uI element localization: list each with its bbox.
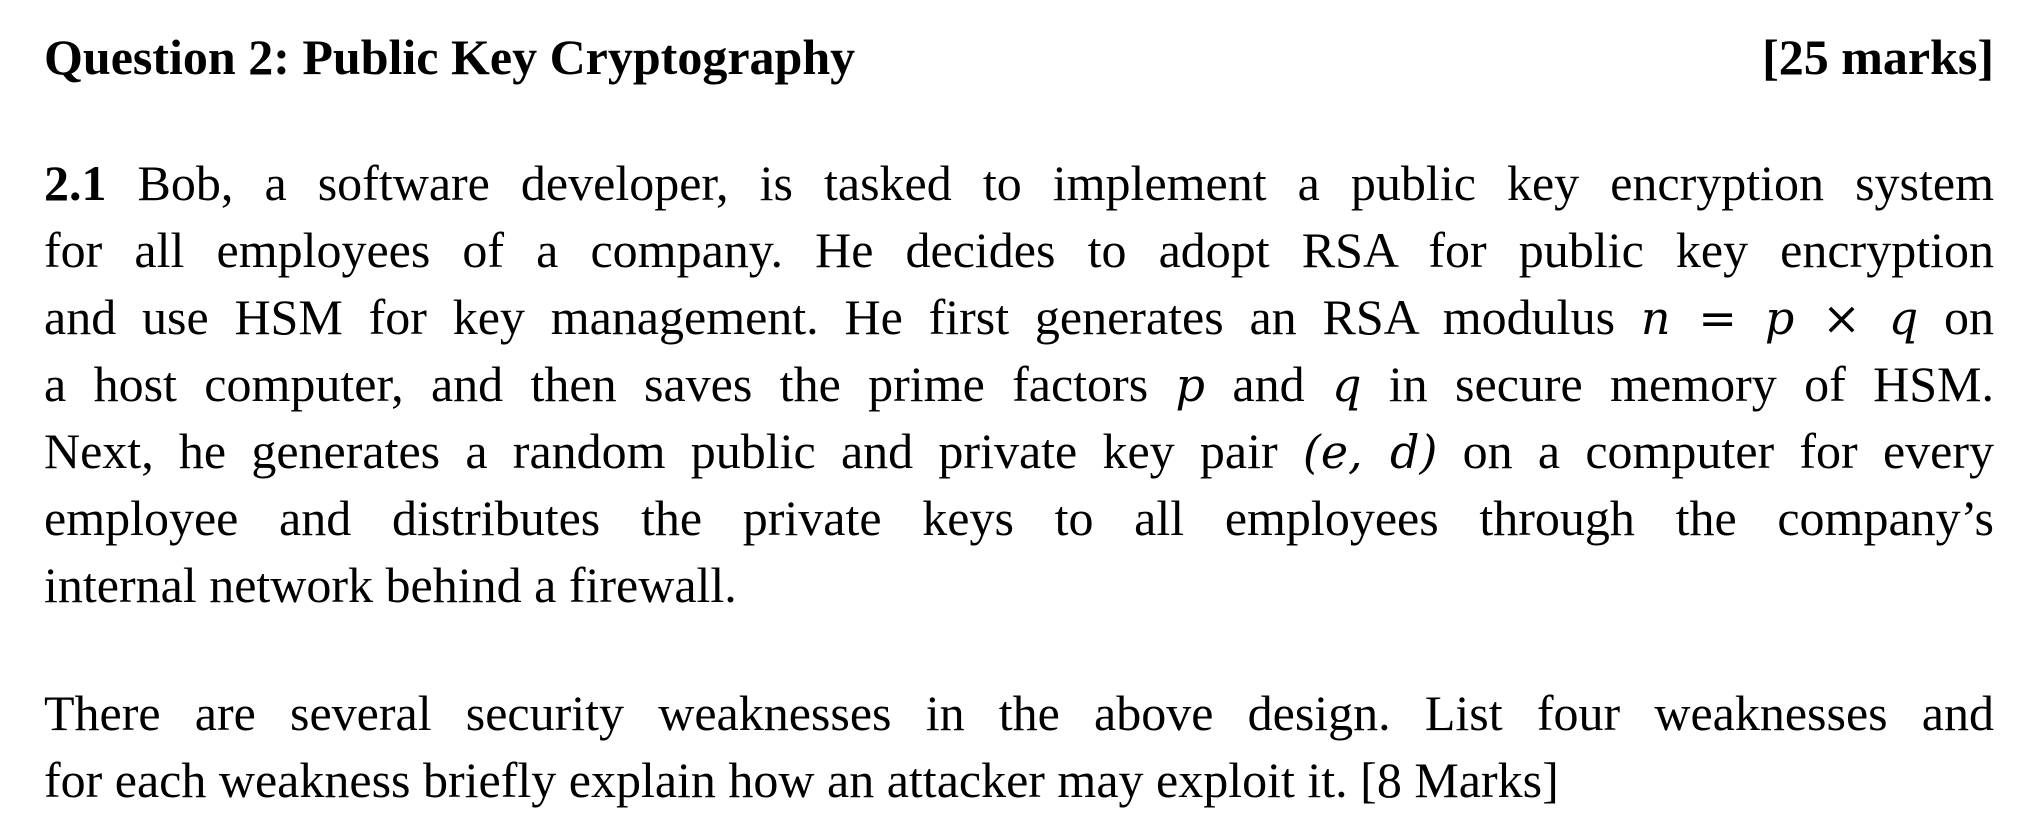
paragraph-line: There are several security weaknesses in…: [44, 680, 1994, 747]
question-marks: [25 marks]: [1762, 29, 1994, 85]
math-equals: =: [1670, 291, 1765, 345]
paragraph-text: for each weakness briefly explain how an…: [44, 752, 1559, 808]
paragraph-text: There are several security weaknesses in…: [44, 685, 1994, 741]
question-heading: Question 2: Public Key Cryptography [25 …: [44, 22, 1994, 92]
paragraph-line: Next, he generates a random public and p…: [44, 418, 1994, 485]
math-key-pair: (e, d): [1302, 425, 1438, 479]
question-number: 2.1: [44, 155, 107, 211]
math-q: q: [1888, 291, 1919, 345]
paragraph-line: for each weakness briefly explain how an…: [44, 747, 1994, 814]
math-p-factor: p: [1175, 358, 1205, 412]
paragraph-line: for all employees of a company. He decid…: [44, 217, 1994, 284]
question-2-1-paragraph: 2.1 Bob, a software developer, is tasked…: [44, 150, 1994, 619]
paragraph-line: and use HSM for key management. He first…: [44, 284, 1994, 351]
paragraph-text: employee and distributes the private key…: [44, 490, 1994, 546]
paragraph-line: a host computer, and then saves the prim…: [44, 351, 1994, 418]
paragraph-text: and use HSM for key management. He first…: [44, 289, 1641, 345]
paragraph-line: 2.1 Bob, a software developer, is tasked…: [44, 150, 1994, 217]
math-n: n: [1640, 291, 1671, 345]
math-p: p: [1764, 291, 1795, 345]
paragraph-text: on: [1918, 289, 1995, 345]
math-q-factor: q: [1331, 358, 1362, 412]
paragraph-text: Next, he generates a random public and p…: [44, 423, 1303, 479]
paragraph-text: on a computer for every: [1437, 423, 1994, 479]
paragraph-line: employee and distributes the private key…: [44, 485, 1994, 552]
paragraph-text: for all employees of a company. He decid…: [44, 222, 1994, 278]
paragraph-line: internal network behind a firewall.: [44, 552, 1994, 619]
paragraph-text: a host computer, and then saves the prim…: [44, 356, 1176, 412]
math-times: ×: [1794, 291, 1889, 345]
paragraph-text: in secure memory of HSM.: [1361, 356, 1994, 412]
paragraph-text: internal network behind a firewall.: [44, 557, 737, 613]
question-title: Question 2: Public Key Cryptography: [44, 29, 856, 85]
paragraph-text: and: [1205, 356, 1332, 412]
paragraph-text: Bob, a software developer, is tasked to …: [106, 155, 1994, 211]
question-task-paragraph: There are several security weaknesses in…: [44, 680, 1994, 814]
